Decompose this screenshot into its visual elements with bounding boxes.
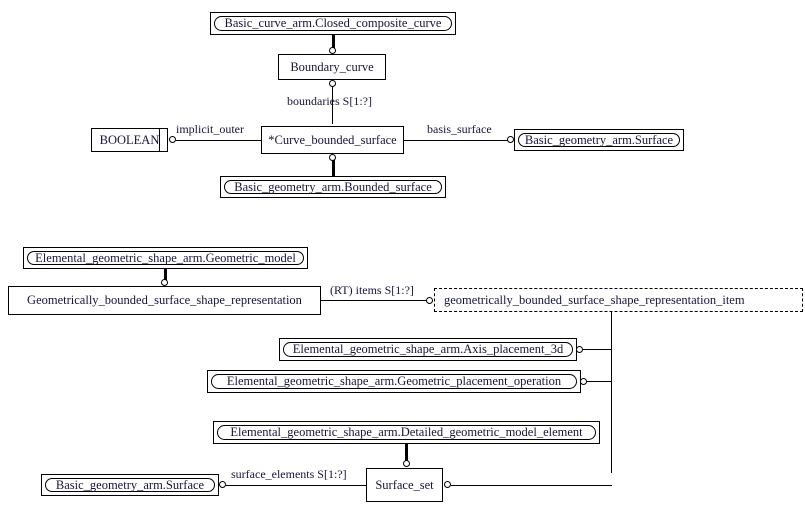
entity-label: Basic_curve_arm.Closed_composite_curve (214, 16, 452, 31)
entity-label: Surface_set (375, 477, 434, 492)
entity-label: Elemental_geometric_shape_arm.Geometric_… (27, 251, 304, 265)
entity-boundary-curve[interactable]: Boundary_curve (278, 54, 386, 80)
edge-label-surface-elements: surface_elements S[1:?] (231, 467, 347, 481)
entity-label: Basic_geometry_arm.Bounded_surface (224, 180, 442, 194)
edge-label-implicit-outer: implicit_outer (176, 122, 244, 136)
select-branch-geometric-placement-operation (587, 381, 612, 382)
entity-gbssr[interactable]: Geometrically_bounded_surface_shape_repr… (8, 286, 321, 315)
select-trunk-vertical (611, 312, 612, 473)
relationship-circle-gbssr-top (161, 279, 168, 286)
link-rt-items (321, 300, 427, 301)
entity-bounded-surface[interactable]: Basic_geometry_arm.Bounded_surface (220, 176, 446, 198)
relationship-circle-surface-set-top (403, 460, 410, 467)
entity-detailed-geometric-model-element[interactable]: Elemental_geometric_shape_arm.Detailed_g… (213, 421, 600, 444)
entity-axis-placement-3d[interactable]: Elemental_geometric_shape_arm.Axis_place… (279, 338, 577, 361)
link-basis-surface (404, 140, 508, 141)
boolean-type-divider (159, 129, 160, 151)
entity-label: Basic_geometry_arm.Surface (45, 478, 215, 492)
entity-geometric-model[interactable]: Elemental_geometric_shape_arm.Geometric_… (23, 247, 308, 269)
relationship-circle-axis-placement-3d (576, 346, 583, 353)
entity-label: BOOLEAN (99, 132, 160, 147)
entity-label: geometrically_bounded_surface_shape_repr… (444, 292, 745, 307)
relationship-circle-rt-items (426, 297, 433, 304)
entity-closed-composite-curve[interactable]: Basic_curve_arm.Closed_composite_curve (210, 12, 456, 35)
relationship-circle-boundarycurve-top (329, 47, 336, 54)
entity-surface-set[interactable]: Surface_set (366, 468, 443, 502)
entity-gbssr-item[interactable]: geometrically_bounded_surface_shape_repr… (434, 288, 803, 312)
entity-surface-bottom-left[interactable]: Basic_geometry_arm.Surface (41, 474, 219, 496)
edge-label-rt-items: (RT) items S[1:?] (330, 283, 414, 297)
entity-surface-top-right[interactable]: Basic_geometry_arm.Surface (514, 129, 684, 151)
entity-geometric-placement-operation[interactable]: Elemental_geometric_shape_arm.Geometric_… (207, 370, 581, 393)
relationship-circle-implicit-outer (169, 136, 176, 143)
edge-label-boundaries: boundaries S[1:?] (287, 94, 372, 108)
entity-curve-bounded-surface[interactable]: *Curve_bounded_surface (261, 126, 404, 154)
link-implicit-outer (176, 140, 261, 141)
entity-label: Boundary_curve (290, 59, 374, 74)
entity-label: Geometrically_bounded_surface_shape_repr… (27, 293, 302, 308)
entity-label: Elemental_geometric_shape_arm.Axis_place… (283, 342, 573, 357)
relationship-circle-basis-surface (507, 136, 514, 143)
express-g-diagram: Basic_curve_arm.Closed_composite_curve B… (0, 0, 805, 509)
entity-label: Elemental_geometric_shape_arm.Geometric_… (211, 374, 577, 389)
entity-label: *Curve_bounded_surface (268, 132, 397, 147)
relationship-circle-surface-elements (219, 481, 226, 488)
link-curvebounded-boundedsurface (332, 160, 335, 177)
relationship-circle-geometric-placement-operation (580, 378, 587, 385)
link-surface-elements (226, 485, 366, 486)
select-branch-axis-placement-3d (583, 349, 612, 350)
entity-boolean[interactable]: BOOLEAN (91, 128, 168, 152)
link-detailedelement-surfaceset (405, 444, 408, 461)
select-branch-surface-set (451, 485, 612, 486)
relationship-circle-surface-set-right (444, 481, 451, 488)
entity-label: Basic_geometry_arm.Surface (518, 133, 680, 147)
entity-label: Elemental_geometric_shape_arm.Detailed_g… (217, 425, 596, 440)
edge-label-basis-surface: basis_surface (427, 122, 492, 136)
